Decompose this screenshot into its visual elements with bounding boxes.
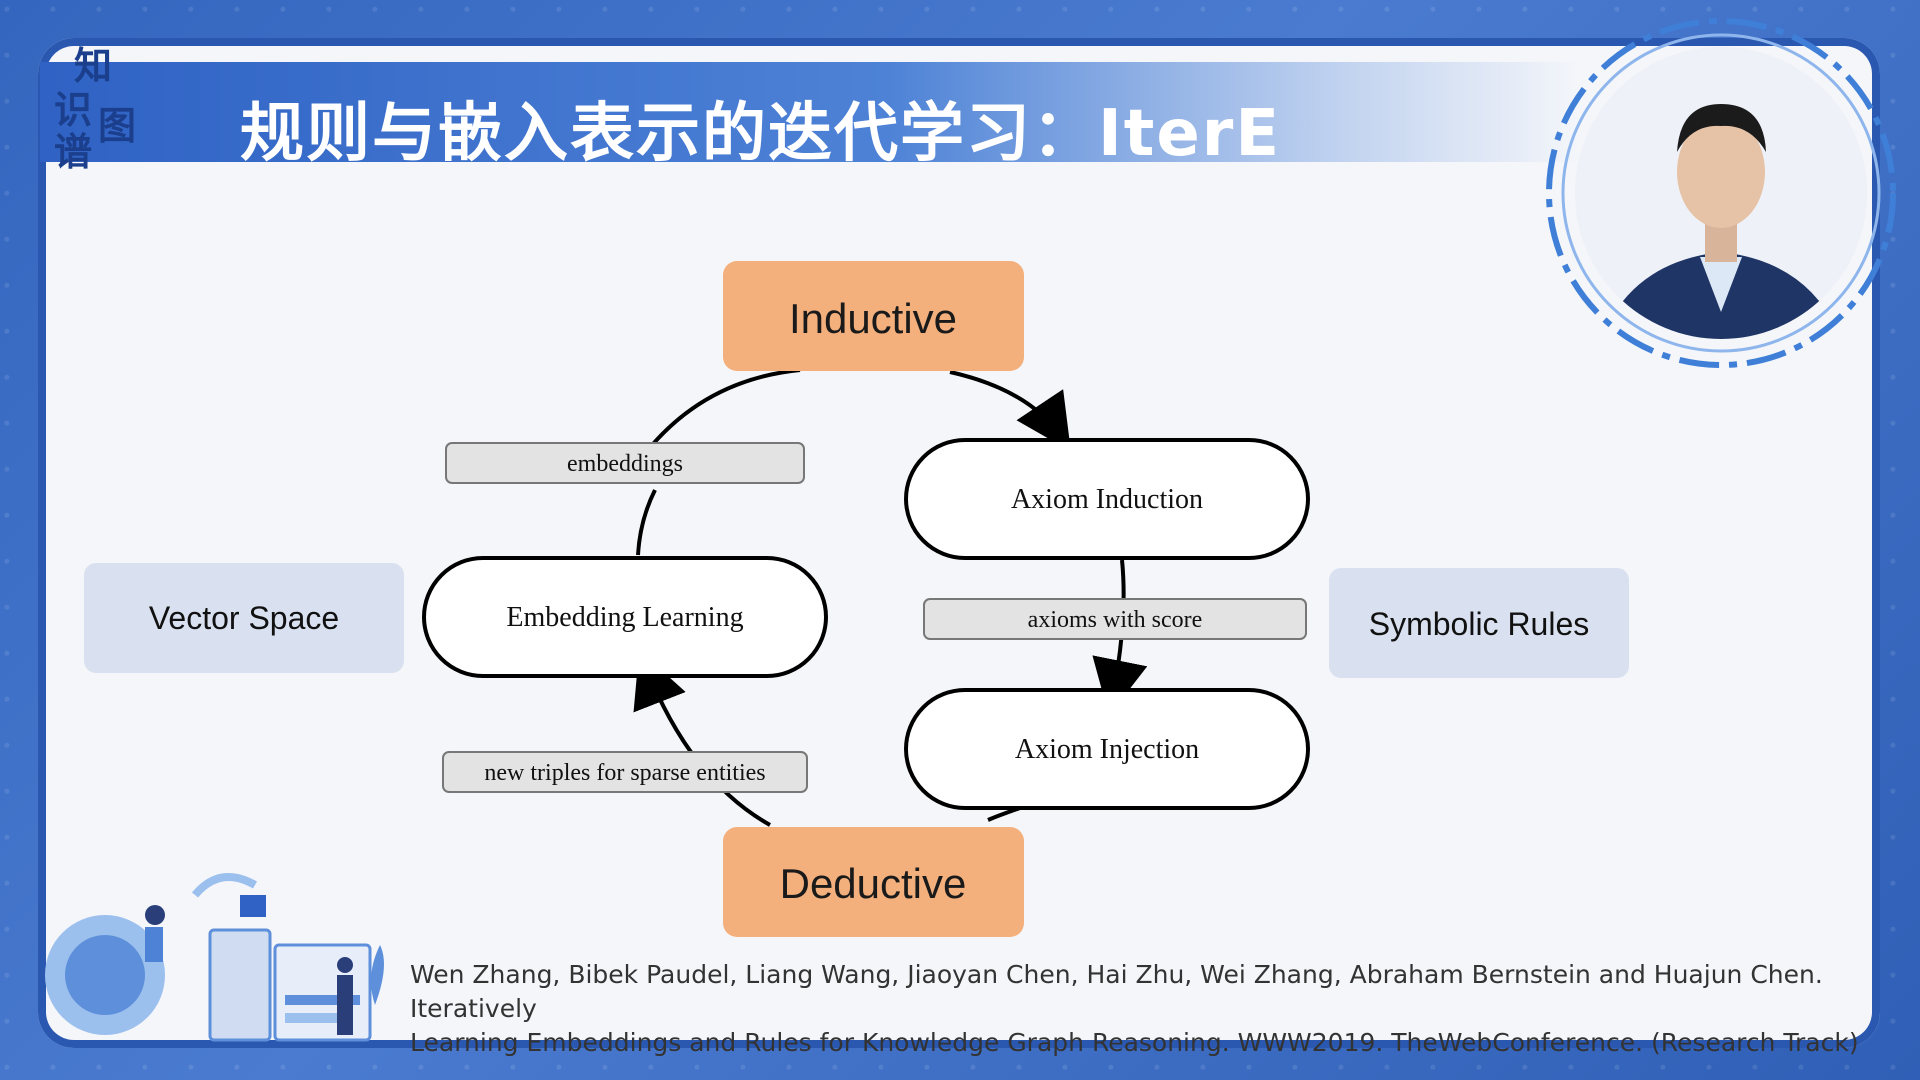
citation-line-1: Wen Zhang, Bibek Paudel, Liang Wang, Jia… [410,960,1823,1023]
embedding-learning-label: Embedding Learning [506,602,743,633]
triples-pill-label: new triples for sparse entities [484,760,765,786]
embeddings-pill-label: embeddings [567,451,683,477]
decorative-illustration [45,873,384,1042]
axiom-induction-label: Axiom Induction [1011,484,1203,515]
inductive-label: Inductive [789,295,957,342]
symbolic-rules-label: Symbolic Rules [1369,606,1590,642]
arrow-to-axiom-induction [949,370,1071,452]
citation-line-2: Learning Embeddings and Rules for Knowle… [410,1028,1859,1057]
citation: Wen Zhang, Bibek Paudel, Liang Wang, Jia… [410,958,1870,1060]
axiom-injection-label: Axiom Injection [1015,734,1199,765]
deductive-label: Deductive [780,860,967,907]
arrow-to-embedding-learning [633,650,771,827]
axioms-pill-label: axioms with score [1028,607,1203,633]
arc-embeddings [636,489,657,556]
vector-space-label: Vector Space [149,600,339,636]
